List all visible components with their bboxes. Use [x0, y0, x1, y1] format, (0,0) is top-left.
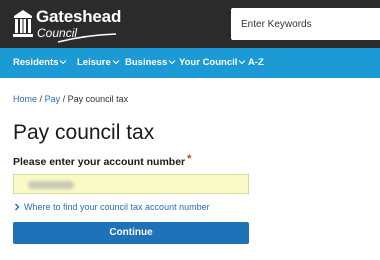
- council-logo[interactable]: Gateshead Council: [12, 6, 122, 43]
- help-link-text: Where to find your council tax account n…: [24, 202, 210, 212]
- chevron-down-icon: [112, 60, 120, 65]
- nav-item-business[interactable]: Business: [125, 48, 176, 78]
- nav-item-your-council[interactable]: Your Council: [179, 48, 246, 78]
- nav-item-leisure[interactable]: Leisure: [77, 48, 120, 78]
- nav-item-label: A-Z: [248, 57, 264, 68]
- search-input[interactable]: [231, 8, 380, 40]
- continue-button[interactable]: Continue: [13, 222, 249, 244]
- account-label-text: Please enter your account number: [13, 156, 186, 168]
- nav-item-label: Residents: [13, 57, 59, 68]
- nav-item-label: Your Council: [179, 57, 238, 68]
- chevron-down-icon: [60, 60, 67, 65]
- chevron-down-icon: [168, 60, 176, 65]
- main-nav: Residents Leisure Business Your Council …: [0, 48, 380, 78]
- account-help-link[interactable]: Where to find your council tax account n…: [13, 202, 210, 212]
- nav-item-a-z[interactable]: A-Z: [248, 48, 264, 78]
- breadcrumb-pay[interactable]: Pay: [45, 94, 61, 104]
- nav-item-label: Business: [125, 57, 168, 68]
- account-number-label: Please enter your account number *: [13, 153, 191, 168]
- chevron-right-icon: [15, 203, 20, 211]
- breadcrumb: Home / Pay / Pay council tax: [13, 94, 128, 104]
- breadcrumb-current: Pay council tax: [67, 94, 129, 104]
- page-title: Pay council tax: [13, 121, 155, 144]
- logo-name: Gateshead: [36, 7, 122, 26]
- nav-item-label: Leisure: [77, 57, 111, 68]
- breadcrumb-separator: /: [39, 94, 43, 104]
- logo-swoosh: [57, 33, 117, 43]
- redacted-value: [28, 181, 74, 189]
- nav-item-residents[interactable]: Residents: [13, 48, 67, 78]
- search-box: [231, 8, 380, 40]
- chevron-down-icon: [239, 60, 246, 65]
- breadcrumb-separator: /: [62, 94, 66, 104]
- required-marker: *: [187, 153, 192, 165]
- civic-building-icon: [13, 10, 33, 37]
- breadcrumb-home[interactable]: Home: [13, 94, 37, 104]
- site-header: Gateshead Council: [0, 0, 380, 48]
- account-number-field[interactable]: [13, 174, 249, 194]
